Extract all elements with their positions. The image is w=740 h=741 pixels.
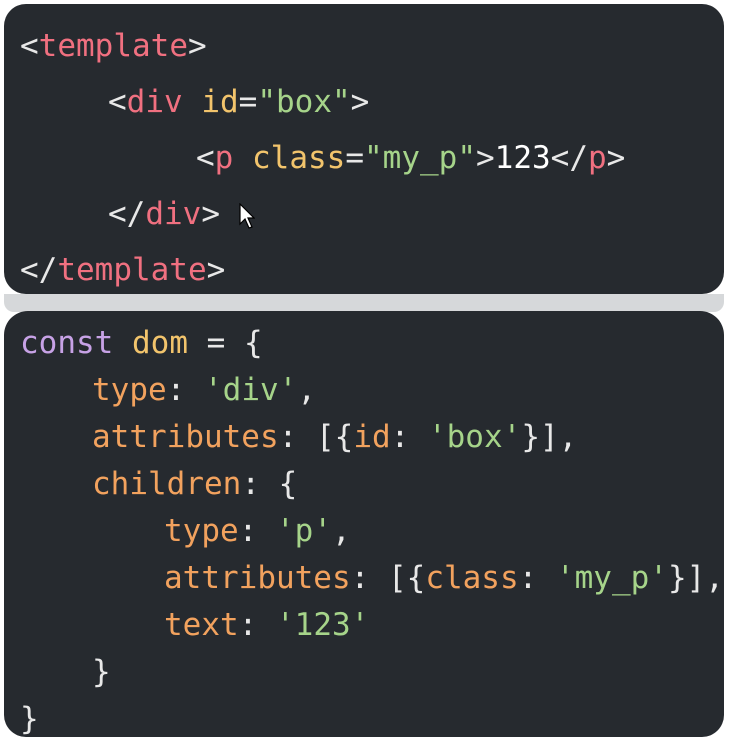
string-value-token: 'p' (276, 513, 332, 549)
property-key-token: children (92, 466, 242, 502)
comma-token: , (297, 372, 316, 408)
string-value-token: 'div' (204, 372, 298, 408)
end-tag-name-token: p (588, 140, 607, 176)
open-bracket-token: [{ (315, 419, 354, 455)
lt-token: </ (108, 196, 146, 232)
keyword-token: const (20, 325, 114, 361)
text-content-token: 123 (494, 140, 551, 176)
brace-token: } (92, 654, 111, 690)
code-line-div-open: <div id="box"> (108, 82, 369, 122)
colon-token: : (241, 466, 260, 502)
gt-token: > (476, 140, 495, 176)
colon-token: : (278, 419, 298, 455)
inner-key-token: id (353, 419, 391, 455)
end-gt-token: > (606, 140, 626, 176)
code-line-template-open: <template> (20, 26, 207, 66)
code-line-dom-close: } (20, 699, 39, 739)
code-line-text: text: '123' (164, 605, 369, 645)
tag-name-token: template (57, 252, 207, 288)
variable-token: dom (132, 325, 188, 361)
property-key-token: attributes (92, 419, 279, 455)
code-line-attributes-id: attributes: [{id: 'box'}], (92, 417, 577, 457)
code-line-template-close: </template> (20, 250, 225, 290)
colon-token: : (238, 513, 258, 549)
eq-token: = (238, 84, 258, 120)
code-line-type-div: type: 'div', (92, 370, 316, 410)
gt-token: > (206, 252, 226, 288)
lt-token: < (108, 84, 127, 120)
code-line-div-close: </div> (108, 194, 220, 234)
gt-token: > (201, 196, 220, 232)
code-line-children-close: } (92, 652, 111, 692)
tag-name-token: template (38, 28, 188, 64)
gt-token: > (350, 84, 370, 120)
operator-token: = (206, 325, 226, 361)
tag-name-token: p (214, 140, 234, 176)
lt-token: < (196, 140, 215, 176)
end-lt-token: </ (550, 140, 588, 176)
brace-token: { (278, 466, 298, 502)
eq-token: = (345, 140, 365, 176)
code-line-type-p: type: 'p', (164, 511, 351, 551)
string-value-token: '123' (276, 607, 370, 643)
mouse-pointer-icon (239, 203, 255, 229)
colon-token: : (518, 560, 538, 596)
property-key-token: text (164, 607, 239, 643)
attr-name-token: id (201, 84, 239, 120)
colon-token: : (390, 419, 410, 455)
property-key-token: type (164, 513, 239, 549)
code-line-attributes-class: attributes: [{class: 'my_p'}], (164, 558, 724, 598)
attr-value-token: "box" (257, 84, 351, 120)
gt-token: > (187, 28, 207, 64)
attr-value-token: "my_p" (364, 140, 476, 176)
code-line-const-dom: const dom = { (20, 323, 263, 363)
lt-token: < (20, 28, 39, 64)
property-key-token: attributes (164, 560, 351, 596)
brace-token: } (20, 701, 39, 737)
property-key-token: type (92, 372, 167, 408)
colon-token: : (238, 607, 258, 643)
attr-name-token: class (252, 140, 346, 176)
tag-name-token: div (145, 196, 202, 232)
panel-divider (4, 294, 724, 312)
string-value-token: 'my_p' (555, 560, 668, 596)
tag-name-token: div (126, 84, 183, 120)
string-value-token: 'box' (427, 419, 522, 455)
brace-token: { (244, 325, 263, 361)
colon-token: : (166, 372, 186, 408)
inner-key-token: class (425, 560, 519, 596)
lt-token: </ (20, 252, 58, 288)
dom-object-code-panel: const dom = { type: 'div', attributes: [… (4, 311, 724, 737)
close-bracket-token: }], (521, 419, 578, 455)
code-line-children: children: { (92, 464, 297, 504)
colon-token: : (350, 560, 370, 596)
comma-token: , (332, 513, 351, 549)
code-line-p-element: <p class="my_p">123</p> (196, 138, 625, 178)
open-bracket-token: [{ (387, 560, 426, 596)
template-code-panel: <template> <div id="box"> <p class="my_p… (4, 4, 724, 294)
close-bracket-token: }], (667, 560, 724, 596)
